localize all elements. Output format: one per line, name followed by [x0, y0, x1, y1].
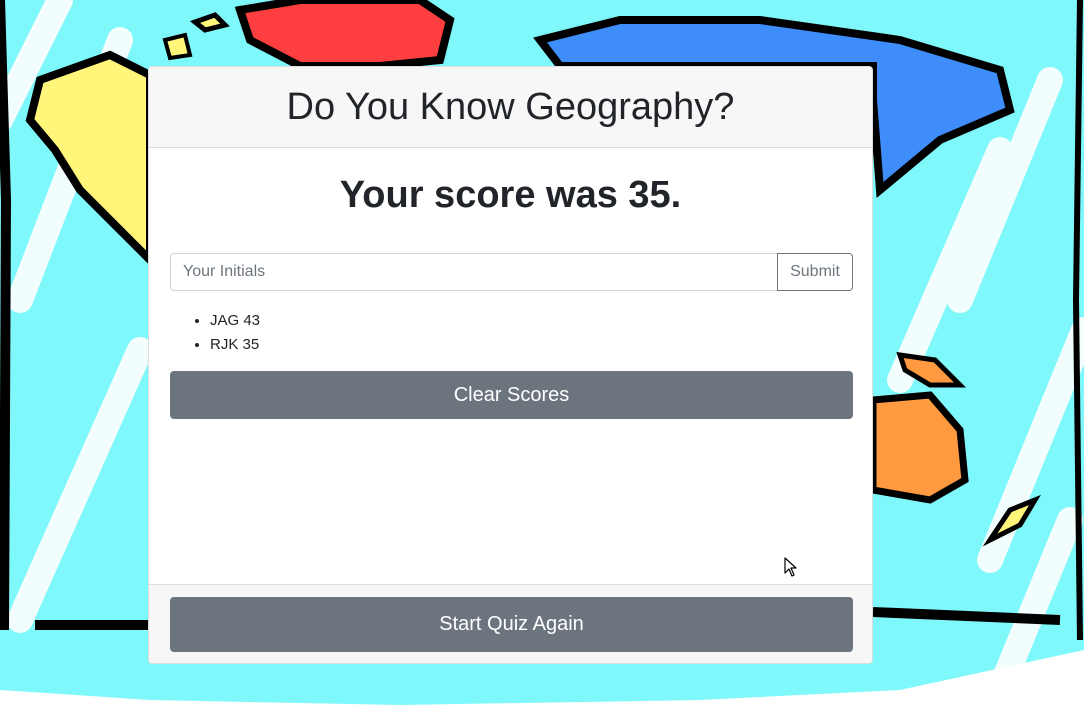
card-body: Your score was 35. Submit JAG 43 RJK 35 … — [149, 148, 872, 584]
clear-scores-button[interactable]: Clear Scores — [170, 371, 853, 419]
score-text: Your score was 35. — [339, 174, 682, 216]
mouse-pointer-icon — [784, 557, 798, 582]
list-item: JAG 43 — [210, 309, 260, 333]
card-footer: Start Quiz Again — [149, 584, 872, 663]
page-title: Do You Know Geography? — [286, 85, 735, 128]
high-scores-list: JAG 43 RJK 35 — [190, 309, 260, 357]
initials-input[interactable] — [170, 253, 777, 291]
initials-form: Submit — [170, 253, 853, 291]
list-item: RJK 35 — [210, 333, 260, 357]
quiz-card: Do You Know Geography? Your score was 35… — [148, 66, 873, 664]
submit-button[interactable]: Submit — [777, 253, 853, 291]
card-header: Do You Know Geography? — [149, 67, 872, 148]
start-quiz-again-button[interactable]: Start Quiz Again — [170, 597, 853, 652]
